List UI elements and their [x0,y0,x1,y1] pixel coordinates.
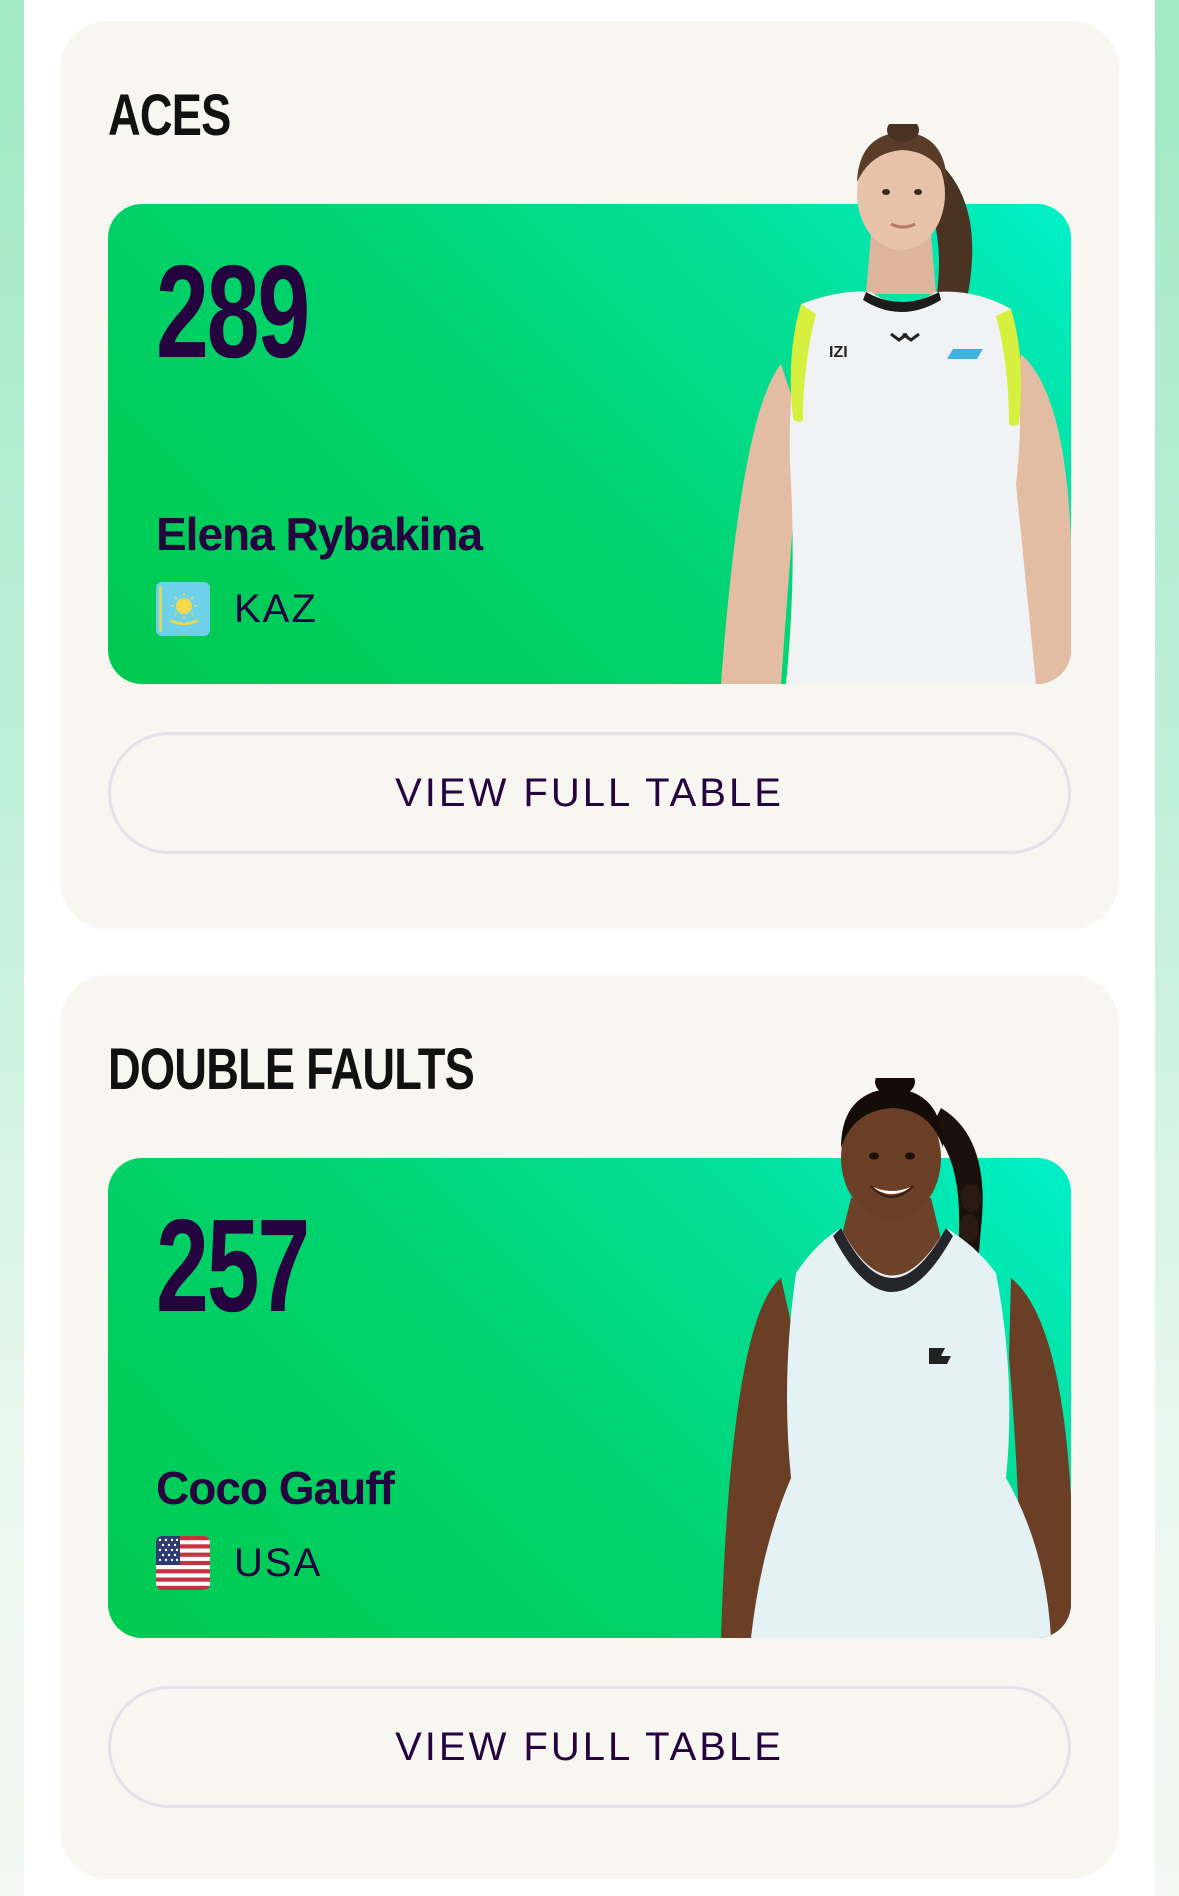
country-code: KAZ [234,587,318,631]
stat-value: 289 [156,238,310,385]
view-full-table-button[interactable]: VIEW FULL TABLE [108,1686,1071,1808]
stat-leader-panel[interactable]: 289 Elena Rybakina KAZ IZI [108,124,1071,684]
player-name[interactable]: Coco Gauff [156,1465,395,1511]
jersey-logo-text: IZI [829,344,848,361]
stat-title: ACES [108,83,231,148]
player-photo[interactable]: IZI [691,124,1071,684]
player-country: USA [156,1536,322,1590]
stat-title: DOUBLE FAULTS [108,1037,475,1102]
stat-leader-panel[interactable]: 257 Coco Gauff USA [108,1078,1071,1638]
stat-value: 257 [156,1192,310,1339]
player-name[interactable]: Elena Rybakina [156,511,483,557]
country-code: USA [234,1541,323,1585]
view-full-table-button[interactable]: VIEW FULL TABLE [108,732,1071,854]
stat-card-aces: ACES 289 Elena Rybakina KAZ IZI VIEW FUL… [60,21,1119,929]
stat-card-double-faults: DOUBLE FAULTS 257 Coco Gauff USA VIEW FU… [60,975,1119,1879]
usa-flag-icon [156,1536,210,1590]
player-photo[interactable] [691,1078,1071,1638]
player-country: KAZ [156,582,318,636]
kazakhstan-flag-icon [156,582,210,636]
stats-page: ACES 289 Elena Rybakina KAZ IZI VIEW FUL… [24,0,1155,1896]
